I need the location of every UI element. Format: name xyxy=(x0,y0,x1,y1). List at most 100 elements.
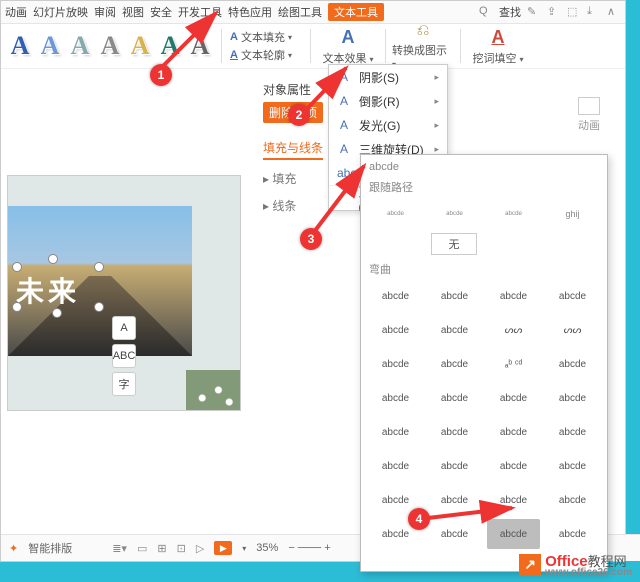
transform-option[interactable]: abcde xyxy=(428,485,481,515)
wordart-style[interactable]: A xyxy=(5,29,35,63)
transform-option[interactable]: abcde xyxy=(428,519,481,549)
selection-handle[interactable] xyxy=(12,262,22,272)
transform-option[interactable]: abcde xyxy=(428,349,481,379)
toolbar-icon[interactable]: ⤓ xyxy=(587,5,601,19)
transform-option[interactable]: abcde xyxy=(546,485,599,515)
transform-option[interactable]: abcde xyxy=(369,349,422,379)
transform-option[interactable]: abcde xyxy=(369,315,422,345)
search-label[interactable]: 查找 xyxy=(499,4,521,20)
tab-fill-line[interactable]: 填充与线条 xyxy=(263,139,323,160)
toolbar-icon[interactable]: ✎ xyxy=(527,5,541,19)
search-icon[interactable]: Q xyxy=(479,5,493,19)
ai-layout-label[interactable]: 智能排版 xyxy=(28,540,72,556)
watermark: ↗ Office教程网 www.office26.com xyxy=(519,551,632,578)
zoom-value[interactable]: 35% xyxy=(256,542,278,554)
no-transform-option[interactable]: 无 xyxy=(431,233,477,255)
animation-button[interactable]: 动画 xyxy=(569,97,609,133)
menu-item[interactable]: 动画 xyxy=(5,4,27,20)
selection-handle[interactable] xyxy=(94,302,104,312)
transform-option[interactable]: abcde xyxy=(487,519,540,549)
slide-canvas[interactable]: 未来 A ABC 字 xyxy=(7,175,241,411)
gallery-header: abcde xyxy=(369,161,599,173)
transform-option[interactable]: abcde xyxy=(546,383,599,413)
wordart-style[interactable]: A xyxy=(185,29,215,63)
menu-item[interactable]: 安全 xyxy=(150,4,172,20)
decoration xyxy=(186,370,240,410)
transform-option[interactable]: abcde xyxy=(369,281,422,311)
annotation-marker-4: 4 xyxy=(408,508,430,530)
annotation-marker-1: 1 xyxy=(150,64,172,86)
transform-option[interactable]: abcde xyxy=(369,451,422,481)
menu-item[interactable]: 审阅 xyxy=(94,4,116,20)
wordart-style[interactable]: A xyxy=(35,29,65,63)
menu-item[interactable]: 幻灯片放映 xyxy=(33,4,88,20)
wordart-style[interactable]: A xyxy=(125,29,155,63)
menu-item[interactable]: 绘图工具 xyxy=(278,4,322,20)
transform-gallery: abcde 跟随路径 ᵃᵇᶜᵈᵉᵃᵇᶜᵈᵉᵃᵇᶜᵈᵉghij 无 弯曲 abcd… xyxy=(360,154,608,572)
transform-option[interactable]: abcde xyxy=(428,383,481,413)
menu-bar: 动画 幻灯片放映 审阅 视图 安全 开发工具 特色应用 绘图工具 文本工具 Q … xyxy=(1,1,625,24)
wordart-text[interactable]: 未来 xyxy=(16,270,80,310)
view-icon[interactable]: ▷ xyxy=(196,542,204,555)
transform-option[interactable]: abcde xyxy=(369,383,422,413)
transform-option[interactable]: abcde xyxy=(546,519,599,549)
dropdown-item[interactable]: A发光(G)▸ xyxy=(329,113,447,137)
transform-option[interactable]: abcde xyxy=(546,451,599,481)
view-icon[interactable]: ▭ xyxy=(137,542,147,555)
convert-smartart-button[interactable]: ⎌ 转换成图示 ▾ xyxy=(392,24,454,68)
ribbon: AAAAAAA A文本填充▾ A文本轮廓▾ A 文本效果 ▾ ⎌ 转换成图示 ▾… xyxy=(1,24,625,69)
transform-option[interactable]: abcde xyxy=(369,417,422,447)
transform-option[interactable]: abcde xyxy=(546,281,599,311)
wordart-style[interactable]: A xyxy=(155,29,185,63)
dropdown-item[interactable]: A阴影(S)▸ xyxy=(329,65,447,89)
wordart-style[interactable]: A xyxy=(95,29,125,63)
menu-item[interactable]: 特色应用 xyxy=(228,4,272,20)
toolbar-icon[interactable]: ∧ xyxy=(607,5,621,19)
transform-option[interactable]: ᵃᵇᶜᵈᵉ xyxy=(369,199,422,229)
menu-tab-text-tool[interactable]: 文本工具 xyxy=(328,3,384,21)
view-icon[interactable]: ⊡ xyxy=(177,542,186,555)
warp-title: 弯曲 xyxy=(369,261,599,277)
toolbar-icon[interactable]: ⬚ xyxy=(567,5,581,19)
view-icon[interactable]: ≣▾ xyxy=(112,542,127,555)
selection-handle[interactable] xyxy=(94,262,104,272)
watermark-icon: ↗ xyxy=(519,554,541,576)
floating-tool-char[interactable]: 字 xyxy=(112,372,136,396)
transform-option[interactable]: abcde xyxy=(546,349,599,379)
wordart-style[interactable]: A xyxy=(65,29,95,63)
view-icon[interactable]: ⊞ xyxy=(157,542,166,555)
transform-option[interactable]: abcde xyxy=(428,417,481,447)
transform-option[interactable]: ᔕᔕ xyxy=(546,315,599,345)
transform-option[interactable]: abcde xyxy=(487,451,540,481)
text-fill-group[interactable]: A文本填充▾ A文本轮廓▾ xyxy=(228,24,304,68)
menu-item[interactable]: 视图 xyxy=(122,4,144,20)
transform-option[interactable]: abcde xyxy=(428,315,481,345)
animation-icon xyxy=(578,97,600,115)
selection-handle[interactable] xyxy=(52,308,62,318)
transform-option[interactable]: abcde xyxy=(546,417,599,447)
transform-option[interactable]: abcde xyxy=(487,417,540,447)
transform-option[interactable]: ᵃᵇᶜᵈᵉ xyxy=(428,199,481,229)
transform-option[interactable]: abcde xyxy=(487,383,540,413)
annotation-marker-2: 2 xyxy=(288,104,310,126)
play-button[interactable]: ▶ xyxy=(214,541,232,555)
transform-option[interactable]: ₐᵇ ᶜᵈ xyxy=(487,349,540,379)
transform-option[interactable]: ghij xyxy=(546,199,599,229)
transform-option[interactable]: abcde xyxy=(428,451,481,481)
transform-option[interactable]: ᔕᔕ xyxy=(487,315,540,345)
selection-handle[interactable] xyxy=(48,254,58,264)
text-effect-button[interactable]: A 文本效果 ▾ xyxy=(317,24,379,68)
transform-option[interactable]: ᵃᵇᶜᵈᵉ xyxy=(487,199,540,229)
transform-option[interactable]: abcde xyxy=(487,485,540,515)
ai-layout-icon[interactable]: ✦ xyxy=(9,542,18,555)
floating-tool-abc[interactable]: ABC xyxy=(112,344,136,368)
annotation-marker-3: 3 xyxy=(300,228,322,250)
hollow-fill-button[interactable]: A 挖词填空 ▾ xyxy=(467,24,529,68)
menu-item[interactable]: 开发工具 xyxy=(178,4,222,20)
dropdown-item[interactable]: A倒影(R)▸ xyxy=(329,89,447,113)
selection-handle[interactable] xyxy=(12,302,22,312)
toolbar-icon[interactable]: ⇪ xyxy=(547,5,561,19)
transform-option[interactable]: abcde xyxy=(428,281,481,311)
transform-option[interactable]: abcde xyxy=(487,281,540,311)
floating-tool-a[interactable]: A xyxy=(112,316,136,340)
